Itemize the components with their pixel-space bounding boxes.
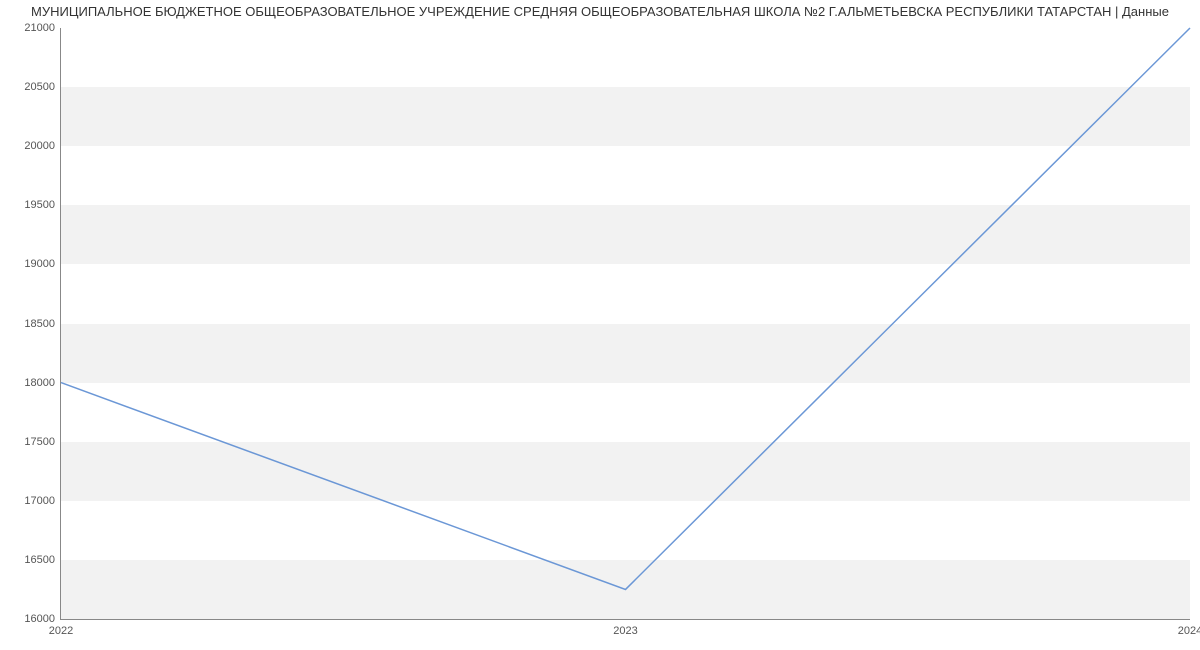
- y-axis-tick: 21000: [24, 22, 61, 34]
- data-line: [61, 28, 1190, 589]
- chart-title: МУНИЦИПАЛЬНОЕ БЮДЖЕТНОЕ ОБЩЕОБРАЗОВАТЕЛЬ…: [0, 0, 1200, 19]
- y-axis-tick: 20500: [24, 81, 61, 93]
- y-axis-tick: 19000: [24, 258, 61, 270]
- y-axis-tick: 19500: [24, 199, 61, 211]
- y-axis-tick: 18000: [24, 377, 61, 389]
- x-axis-tick: 2023: [613, 619, 637, 637]
- y-axis-tick: 17000: [24, 495, 61, 507]
- chart-container: 1600016500170001750018000185001900019500…: [60, 28, 1190, 620]
- y-axis-tick: 16500: [24, 554, 61, 566]
- y-axis-tick: 20000: [24, 140, 61, 152]
- y-axis-tick: 18500: [24, 318, 61, 330]
- y-axis-tick: 17500: [24, 436, 61, 448]
- plot-area: 1600016500170001750018000185001900019500…: [60, 28, 1190, 620]
- x-axis-tick: 2022: [49, 619, 73, 637]
- line-chart-svg: [61, 28, 1190, 619]
- x-axis-tick: 2024: [1178, 619, 1200, 637]
